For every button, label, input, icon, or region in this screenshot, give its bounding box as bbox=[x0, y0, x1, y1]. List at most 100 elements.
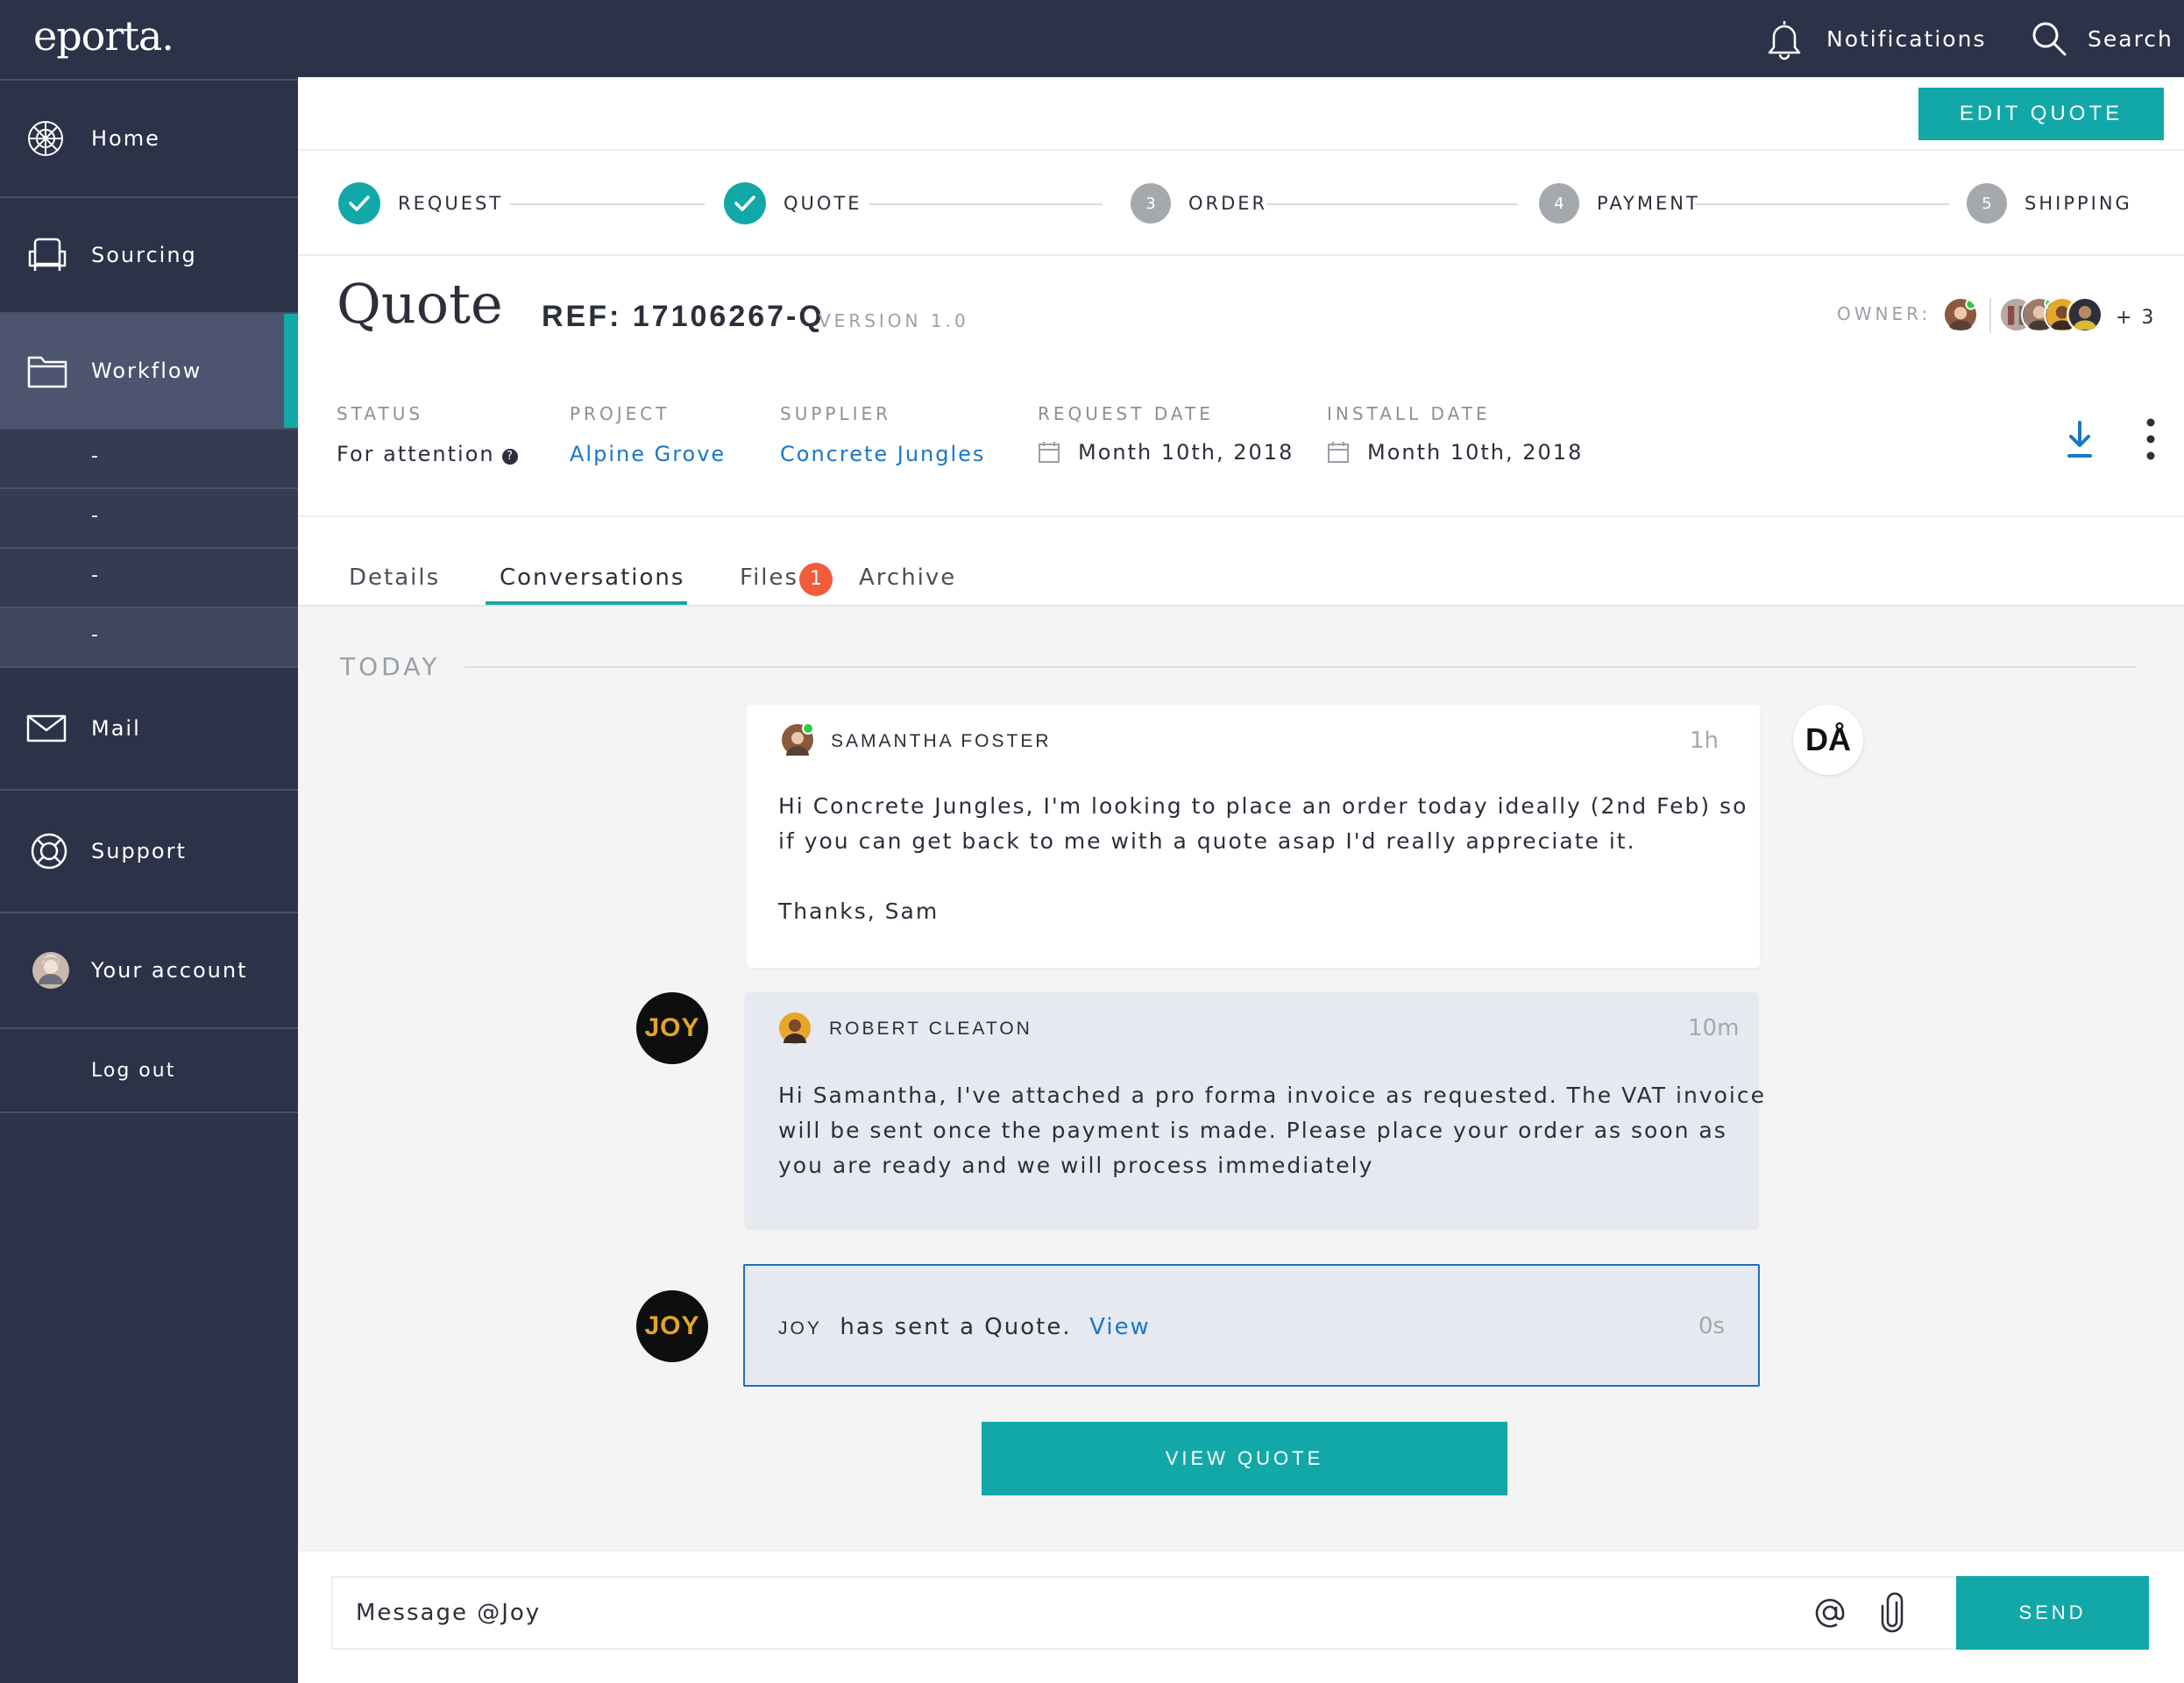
step-payment[interactable]: 4 PAYMENT bbox=[1539, 183, 1700, 224]
sidebar-item-home[interactable]: Home bbox=[0, 79, 298, 196]
calendar-icon bbox=[1039, 442, 1060, 463]
sidebar-subitem-label: - bbox=[91, 565, 98, 586]
step-label: QUOTE bbox=[784, 193, 862, 214]
sidebar-item-logout[interactable]: Log out bbox=[0, 1027, 298, 1111]
sender-avatar[interactable] bbox=[778, 1012, 812, 1045]
message-input[interactable] bbox=[331, 1576, 1956, 1650]
owner-label: OWNER: bbox=[1837, 303, 1932, 324]
member-avatar[interactable] bbox=[2067, 296, 2103, 333]
sidebar-subitem[interactable]: - bbox=[0, 428, 298, 487]
sidebar-subitem[interactable]: - bbox=[0, 487, 298, 547]
install-date-label: INSTALL DATE bbox=[1327, 403, 1491, 424]
message-line: you are ready and we will process immedi… bbox=[778, 1153, 1374, 1178]
sender-avatar[interactable] bbox=[780, 722, 815, 757]
search-label: Search bbox=[2088, 25, 2173, 52]
check-icon bbox=[338, 182, 380, 224]
status-value: For attention? bbox=[337, 442, 518, 466]
tab-files[interactable]: Files bbox=[740, 565, 798, 591]
sidebar-item-account[interactable]: Your account bbox=[0, 912, 298, 1027]
status-text: For attention bbox=[337, 442, 495, 466]
mention-icon[interactable] bbox=[1812, 1595, 1847, 1630]
files-badge: 1 bbox=[799, 563, 833, 596]
home-pattern-icon bbox=[28, 121, 63, 156]
paperclip-icon[interactable] bbox=[1881, 1592, 1905, 1634]
joy-avatar[interactable]: JOY bbox=[636, 1290, 708, 1362]
request-date-label: REQUEST DATE bbox=[1038, 403, 1214, 424]
notice-text: JOY has sent a Quote. View bbox=[778, 1310, 1151, 1346]
owner-avatar[interactable] bbox=[1942, 296, 1979, 333]
sidebar-label-logout: Log out bbox=[91, 1059, 176, 1082]
project-link[interactable]: Alpine Grove bbox=[570, 442, 726, 466]
check-icon bbox=[724, 182, 766, 224]
message-line: Hi Concrete Jungles, I'm looking to plac… bbox=[778, 793, 1748, 819]
eporta-logo[interactable]: eporta. bbox=[33, 12, 174, 60]
notice-view-link[interactable]: View bbox=[1089, 1314, 1151, 1340]
supplier-link[interactable]: Concrete Jungles bbox=[780, 442, 985, 466]
sidebar-item-support[interactable]: Support bbox=[0, 789, 298, 912]
message-line: will be sent once the payment is made. P… bbox=[778, 1118, 1727, 1143]
step-label: REQUEST bbox=[398, 193, 504, 214]
sidebar-subitem-label: - bbox=[91, 505, 98, 527]
sidebar-label-mail: Mail bbox=[91, 716, 141, 741]
notifications-button[interactable]: Notifications bbox=[1762, 0, 1986, 77]
search-button[interactable]: Search bbox=[2030, 0, 2173, 77]
sidebar-label-support: Support bbox=[91, 839, 187, 863]
project-label: PROJECT bbox=[570, 403, 670, 424]
sidebar-item-mail[interactable]: Mail bbox=[0, 666, 298, 789]
edit-quote-button[interactable]: EDIT QUOTE bbox=[1918, 88, 2164, 140]
message-line: Thanks, Sam bbox=[778, 898, 940, 924]
tabs-divider bbox=[298, 605, 2184, 607]
download-icon[interactable] bbox=[2067, 419, 2093, 459]
sidebar-label-workflow: Workflow bbox=[91, 359, 202, 383]
header-divider bbox=[298, 254, 2184, 256]
step-label: SHIPPING bbox=[2024, 193, 2132, 214]
sidebar-item-sourcing[interactable]: Sourcing bbox=[0, 196, 298, 312]
quote-version: VERSION 1.0 bbox=[819, 310, 969, 331]
step-shipping[interactable]: 5 SHIPPING bbox=[1967, 183, 2132, 224]
step-label: PAYMENT bbox=[1597, 193, 1700, 214]
tab-details[interactable]: Details bbox=[349, 565, 440, 591]
step-number: 5 bbox=[1967, 183, 2007, 224]
tab-archive[interactable]: Archive bbox=[859, 565, 956, 591]
step-number: 3 bbox=[1131, 183, 1171, 224]
step-order[interactable]: 3 ORDER bbox=[1131, 183, 1267, 224]
sidebar-item-workflow[interactable]: Workflow bbox=[0, 312, 298, 428]
notice-actor: JOY bbox=[778, 1318, 822, 1339]
tabs-bar bbox=[298, 515, 2184, 607]
step-connector bbox=[869, 203, 1103, 205]
message-time: 1h bbox=[1690, 728, 1720, 754]
folder-icon bbox=[27, 356, 67, 388]
sidebar: Home Sourcing Workflow - - - - Mail Supp… bbox=[0, 77, 298, 1683]
day-separator-label: TODAY bbox=[340, 652, 441, 681]
armchair-icon bbox=[28, 238, 67, 271]
step-label: ORDER bbox=[1188, 193, 1268, 214]
view-quote-button[interactable]: VIEW QUOTE bbox=[982, 1422, 1507, 1495]
step-connector bbox=[510, 203, 705, 205]
sender-name: ROBERT CLEATON bbox=[829, 1019, 1032, 1039]
step-connector bbox=[1695, 203, 1949, 205]
sidebar-subitem[interactable]: - bbox=[0, 547, 298, 607]
step-request[interactable]: REQUEST bbox=[338, 182, 503, 224]
step-quote[interactable]: QUOTE bbox=[724, 182, 862, 224]
bell-icon bbox=[1768, 21, 1801, 60]
request-date-value: Month 10th, 2018 bbox=[1078, 440, 1294, 465]
notice-time: 0s bbox=[1698, 1313, 1726, 1339]
user-avatar bbox=[32, 952, 69, 989]
notifications-label: Notifications bbox=[1826, 25, 1987, 52]
header-divider bbox=[298, 149, 2184, 151]
search-icon bbox=[2032, 22, 2067, 56]
status-label: STATUS bbox=[337, 403, 424, 424]
owner-divider bbox=[1989, 298, 1991, 333]
tab-conversations[interactable]: Conversations bbox=[500, 565, 684, 591]
day-separator-line bbox=[464, 666, 2137, 668]
send-button[interactable]: SEND bbox=[1956, 1576, 2149, 1650]
more-options-icon[interactable] bbox=[2145, 417, 2156, 461]
joy-avatar[interactable]: JOY bbox=[636, 992, 708, 1064]
owner-extra-count[interactable]: + 3 bbox=[2116, 307, 2155, 329]
recipient-avatar[interactable]: DÅ bbox=[1793, 705, 1863, 775]
sidebar-label-account: Your account bbox=[91, 958, 248, 983]
sidebar-subitem[interactable]: - bbox=[0, 607, 298, 666]
sidebar-subitem-label: - bbox=[91, 445, 98, 467]
help-icon[interactable]: ? bbox=[501, 449, 518, 465]
step-number: 4 bbox=[1539, 183, 1579, 224]
